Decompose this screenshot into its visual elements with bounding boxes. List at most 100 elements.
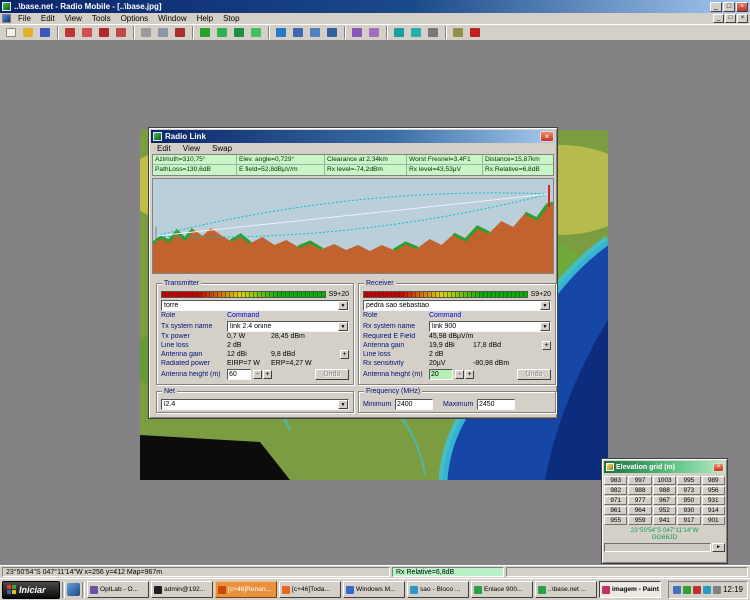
polar-view-icon[interactable] [349, 26, 365, 39]
tx-unit-select[interactable]: torre ▼ [161, 299, 349, 311]
chevron-down-icon[interactable]: ▼ [540, 300, 550, 310]
menu-window[interactable]: Window [153, 14, 191, 23]
radio-link-menu-view[interactable]: View [177, 144, 206, 153]
close-button[interactable]: × [736, 1, 748, 12]
clock[interactable]: 12:19 [723, 585, 743, 594]
open-networks-icon[interactable] [20, 26, 36, 39]
stop-tool-icon[interactable] [467, 26, 483, 39]
toolbar-separator [192, 26, 194, 39]
single-coverage-icon[interactable] [273, 26, 289, 39]
tx-height-input[interactable] [227, 369, 251, 380]
chevron-down-icon[interactable]: ▼ [540, 321, 550, 331]
menu-view[interactable]: View [60, 14, 87, 23]
radio-link-menu-edit[interactable]: Edit [151, 144, 177, 153]
menu-edit[interactable]: Edit [36, 14, 60, 23]
tray-display-icon[interactable] [712, 585, 721, 594]
elevation-grid-close-icon[interactable]: × [713, 462, 724, 472]
tray-messenger-icon[interactable] [702, 585, 711, 594]
unit-properties-icon[interactable] [214, 26, 230, 39]
tx-gain-plus-button[interactable]: + [340, 350, 349, 359]
menu-help[interactable]: Help [192, 14, 218, 23]
taskbar-item-enlace[interactable]: Enlace 900... [471, 581, 533, 598]
profile-chart[interactable] [152, 178, 554, 274]
radio-link-tool-icon[interactable] [248, 26, 264, 39]
menu-stop[interactable]: Stop [218, 14, 244, 23]
combined-coverage-icon[interactable] [290, 26, 306, 39]
taskbar-item-paint[interactable]: imagem - Paint [599, 581, 661, 598]
system-properties-icon[interactable] [231, 26, 247, 39]
taskbar-item-chat-toda[interactable]: [c+46]Toda... [279, 581, 341, 598]
tray-volume-icon[interactable] [672, 585, 681, 594]
aprs-icon[interactable] [450, 26, 466, 39]
taskbar-item-basenet[interactable]: ..\base.net ... [535, 581, 597, 598]
rx-unit-select[interactable]: pedra sao sebastiao ▼ [363, 299, 551, 311]
taskbar-item-label: [c+46]Toda... [292, 586, 330, 593]
minimize-button[interactable]: _ [710, 1, 722, 12]
map-properties-icon[interactable] [62, 26, 78, 39]
child-close-button[interactable]: × [737, 14, 748, 23]
tray-antivirus-icon[interactable] [692, 585, 701, 594]
copy-icon[interactable] [155, 26, 171, 39]
radio-link-menu-swap[interactable]: Swap [206, 144, 238, 153]
taskbar-item-windows-media[interactable]: Windows M... [343, 581, 405, 598]
tray-network-icon[interactable] [682, 585, 691, 594]
network-properties-icon[interactable] [197, 26, 213, 39]
rx-height-decrease-button[interactable]: - [455, 370, 464, 379]
tx-height-decrease-button[interactable]: - [253, 370, 262, 379]
taskbar-item-label: Windows M... [356, 586, 396, 593]
child-window-icon[interactable] [2, 14, 11, 23]
tx-undo-button[interactable]: Undo [315, 369, 349, 380]
maximize-button[interactable]: □ [723, 1, 735, 12]
net-select[interactable]: l2.4 ▼ [161, 398, 349, 410]
rx-gain-dbd: 17,8 dBd [473, 342, 502, 349]
menu-options[interactable]: Options [116, 14, 154, 23]
rx-height-input[interactable] [429, 369, 453, 380]
tx-height-increase-button[interactable]: + [263, 370, 272, 379]
taskbar-item-terminal[interactable]: admin@192... [151, 581, 213, 598]
print-icon[interactable] [138, 26, 154, 39]
rx-gain-plus-button[interactable]: + [542, 341, 551, 350]
best-site-icon[interactable] [324, 26, 340, 39]
frequency-min-input[interactable] [395, 398, 433, 410]
taskbar-item-label: sao - Bloco ... [420, 586, 461, 593]
rx-height-increase-button[interactable]: + [465, 370, 474, 379]
route-coverage-icon[interactable] [307, 26, 323, 39]
tx-command-link[interactable]: Command [227, 312, 259, 319]
chevron-down-icon[interactable]: ▼ [338, 321, 348, 331]
stat-clearance: Clearance at 2,34km [325, 155, 407, 165]
cartesian-view-icon[interactable] [366, 26, 382, 39]
taskbar-item-notepad[interactable]: sao - Bloco ... [407, 581, 469, 598]
rx-command-link[interactable]: Command [429, 312, 461, 319]
rx-undo-button[interactable]: Undo [517, 369, 551, 380]
quick-launch-icon[interactable] [67, 583, 80, 596]
elevation-grid-tool-icon[interactable] [113, 26, 129, 39]
child-minimize-button[interactable]: _ [713, 14, 724, 23]
merge-pictures-icon[interactable] [96, 26, 112, 39]
delete-icon[interactable] [172, 26, 188, 39]
transmitter-group: Transmitter S9+20 torre ▼ Role Command T… [156, 279, 354, 385]
picture-properties-icon[interactable] [79, 26, 95, 39]
elevation-grid-scroll-track[interactable] [604, 543, 711, 552]
elevation-grid-titlebar[interactable]: Elevation grid (m) × [604, 461, 725, 473]
world-map-icon[interactable] [391, 26, 407, 39]
chevron-down-icon[interactable]: ▼ [338, 300, 348, 310]
tx-system-select[interactable]: link 2.4 onine ▼ [227, 320, 349, 332]
taskbar-item-chat-renan[interactable]: [c+46]Renan... [215, 581, 277, 598]
internet-icon[interactable] [408, 26, 424, 39]
gps-icon[interactable] [425, 26, 441, 39]
frequency-max-input[interactable] [477, 398, 515, 410]
chevron-down-icon[interactable]: ▼ [338, 399, 348, 409]
elevation-cell: 995 [677, 476, 701, 485]
elevation-grid-scroll-right-icon[interactable]: ► [712, 543, 725, 552]
start-button[interactable]: Iniciar [2, 580, 60, 599]
radio-link-close-icon[interactable]: × [540, 131, 554, 142]
tx-lineloss-label: Line loss [161, 342, 189, 349]
child-restore-button[interactable]: □ [725, 14, 736, 23]
menu-file[interactable]: File [13, 14, 36, 23]
new-networks-icon[interactable] [3, 26, 19, 39]
radio-link-titlebar[interactable]: Radio Link × [151, 130, 555, 143]
save-networks-icon[interactable] [37, 26, 53, 39]
menu-tools[interactable]: Tools [87, 14, 116, 23]
rx-system-select[interactable]: link 900 ▼ [429, 320, 551, 332]
taskbar-item-optlab[interactable]: OptLab - O... [87, 581, 149, 598]
